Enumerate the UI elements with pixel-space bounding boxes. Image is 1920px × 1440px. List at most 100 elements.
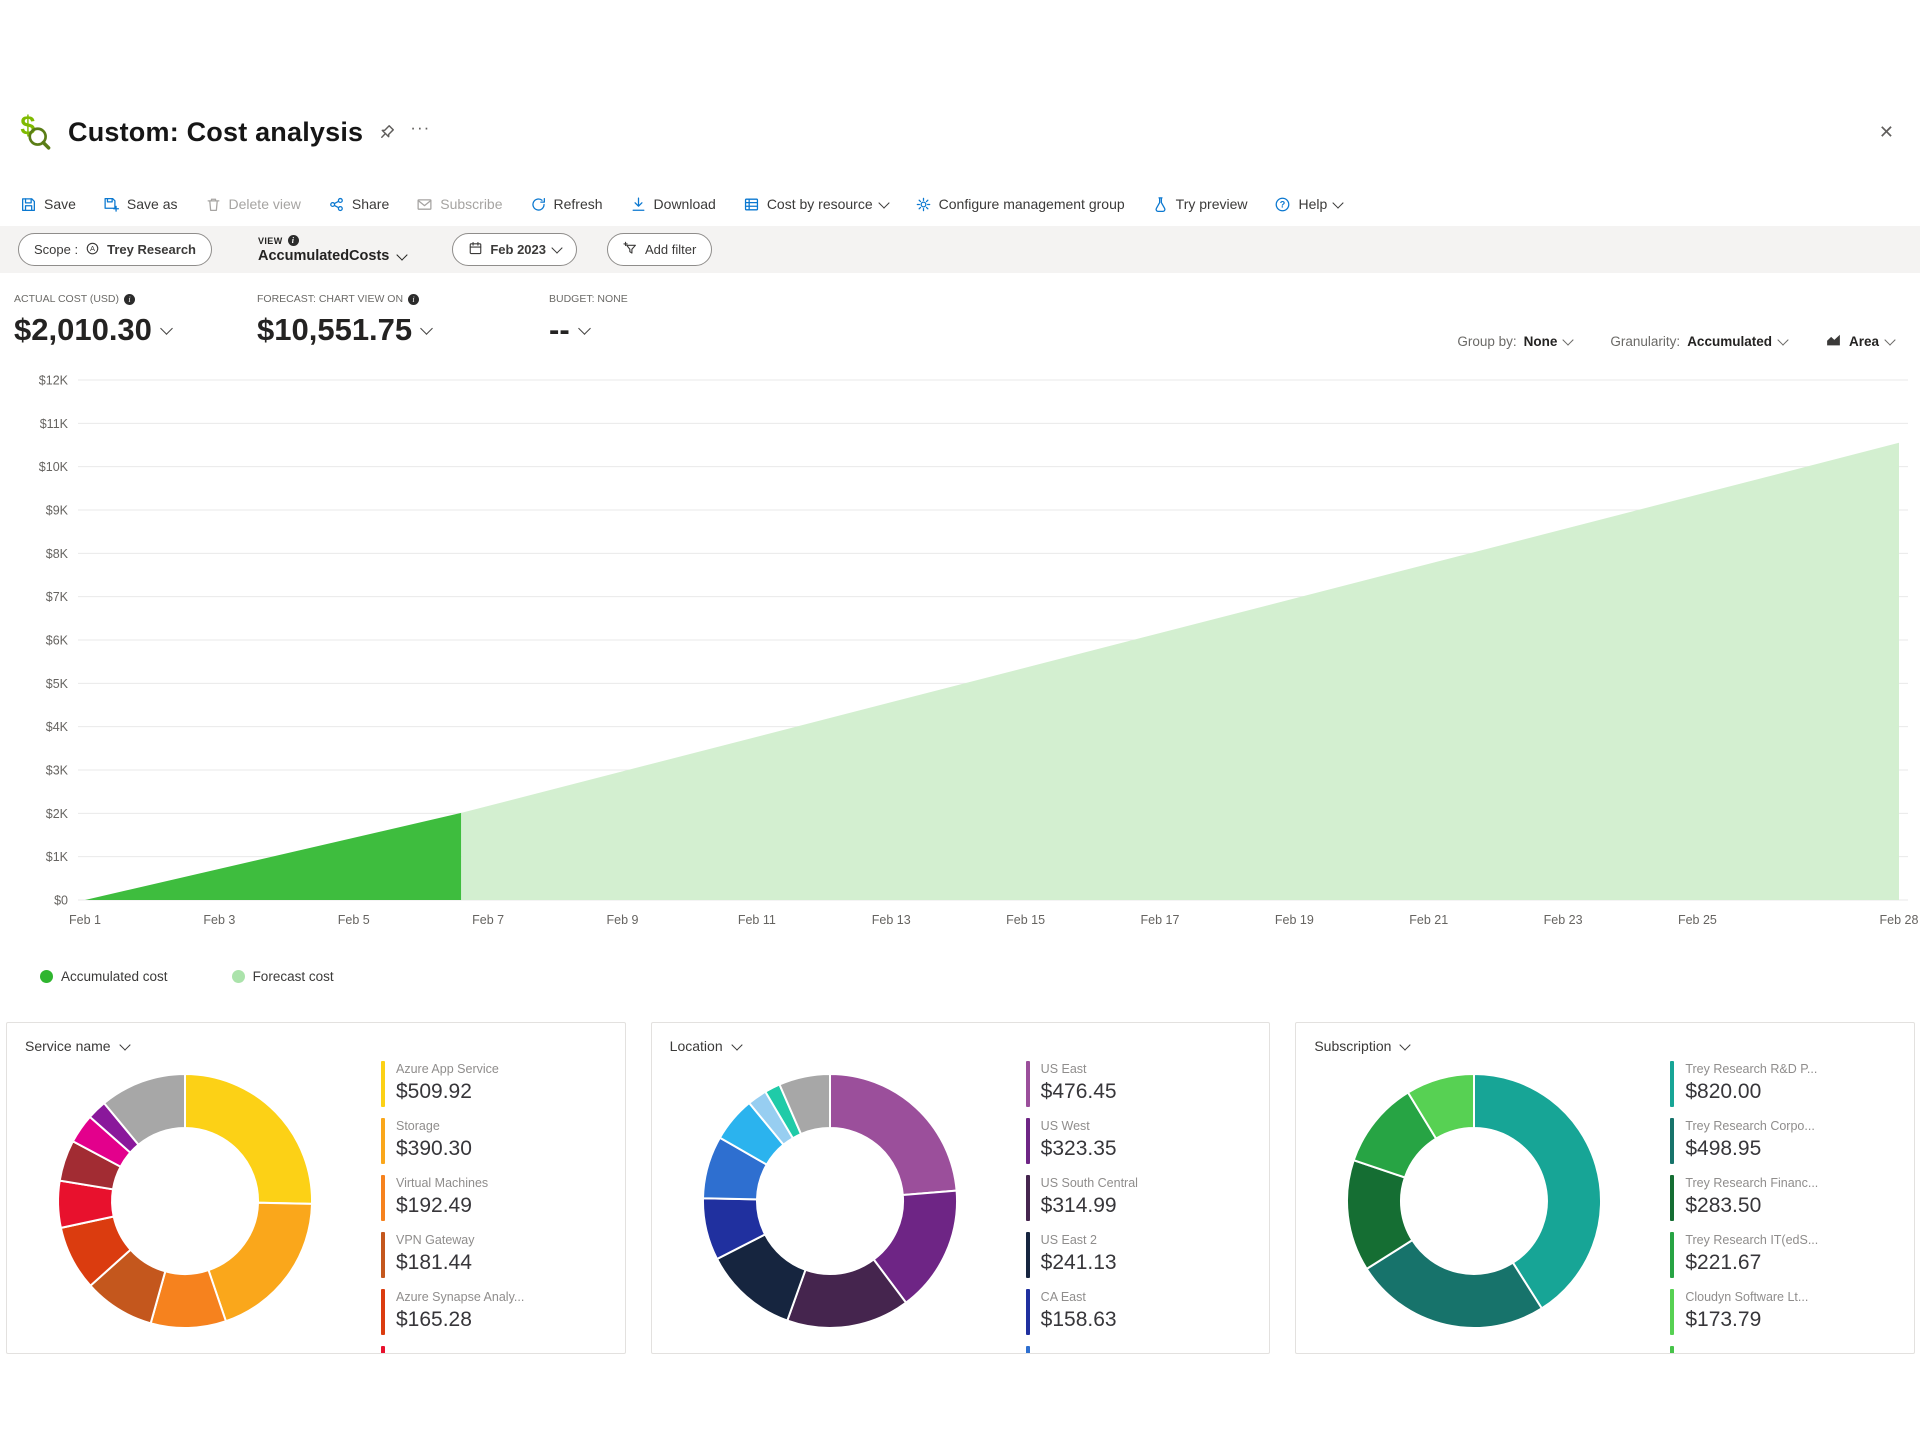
kpi-value[interactable]: -- bbox=[549, 312, 709, 348]
chart-type-value: Area bbox=[1849, 334, 1879, 349]
chevron-down-icon bbox=[420, 322, 433, 335]
card-legend: US East$476.45 US West$323.35 US South Cen… bbox=[1026, 1061, 1138, 1354]
date-range-pill[interactable]: Feb 2023 bbox=[452, 233, 577, 266]
legend-item-trey-research-r-d-p[interactable]: Trey Research R&D P...$820.00 bbox=[1670, 1061, 1818, 1109]
view-value: AccumulatedCosts bbox=[258, 248, 389, 264]
x-axis-tick: Feb 19 bbox=[1275, 913, 1314, 927]
chevron-down-icon bbox=[878, 197, 889, 208]
legend-label: Storage bbox=[396, 1119, 472, 1133]
legend-item-us-south-central[interactable]: US South Central$314.99 bbox=[1026, 1175, 1138, 1223]
toolbar-share-button[interactable]: Share bbox=[328, 196, 389, 213]
area-chart-icon bbox=[1825, 331, 1842, 351]
legend-item-partial bbox=[1026, 1346, 1138, 1354]
breakdown-cards: Service name Azure App Service$509.92 Stor… bbox=[6, 1022, 1915, 1354]
legend-item-us-east[interactable]: US East$476.45 bbox=[1026, 1061, 1138, 1109]
scope-pill[interactable]: Scope : A Trey Research bbox=[18, 233, 212, 266]
legend-item-vpn-gateway[interactable]: VPN Gateway$181.44 bbox=[381, 1232, 524, 1280]
donut-slice-storage[interactable] bbox=[209, 1203, 313, 1322]
kpi-value[interactable]: $2,010.30 bbox=[14, 312, 257, 348]
toolbar-help-button[interactable]: ?Help bbox=[1274, 196, 1342, 213]
legend-value: $158.63 bbox=[1041, 1308, 1117, 1332]
toolbar-cost-by-resource-button[interactable]: Cost by resource bbox=[743, 196, 888, 213]
legend-item-trey-research-financ[interactable]: Trey Research Financ...$283.50 bbox=[1670, 1175, 1818, 1223]
calendar-icon bbox=[468, 241, 483, 259]
close-button[interactable]: ✕ bbox=[1879, 122, 1894, 143]
legend-value: $181.44 bbox=[396, 1251, 475, 1275]
legend-value: $498.95 bbox=[1685, 1137, 1814, 1161]
legend-item-azure-app-service[interactable]: Azure App Service$509.92 bbox=[381, 1061, 524, 1109]
pin-icon bbox=[377, 123, 396, 142]
legend-item-virtual-machines[interactable]: Virtual Machines$192.49 bbox=[381, 1175, 524, 1223]
card-title-subscription[interactable]: Subscription bbox=[1314, 1038, 1409, 1054]
svg-text:A: A bbox=[90, 244, 95, 253]
x-axis-tick: Feb 17 bbox=[1141, 913, 1180, 927]
card-subscription: Subscription Trey Research R&D P...$820.0… bbox=[1295, 1022, 1915, 1354]
view-selector[interactable]: VIEW i AccumulatedCosts bbox=[258, 235, 406, 264]
donut-slice-us-east[interactable] bbox=[830, 1074, 957, 1195]
legend-color-bar bbox=[381, 1346, 385, 1354]
pin-button[interactable] bbox=[377, 123, 396, 142]
legend-item-storage[interactable]: Storage$390.30 bbox=[381, 1118, 524, 1166]
chart-type-select[interactable]: Area bbox=[1825, 331, 1894, 351]
toolbar-save-button[interactable]: Save bbox=[20, 196, 76, 213]
cost-analysis-icon: $ bbox=[16, 108, 54, 157]
scope-value: Trey Research bbox=[107, 242, 196, 257]
legend-accumulated-cost[interactable]: Accumulated cost bbox=[40, 969, 168, 984]
toolbar-save-as-button[interactable]: Save as bbox=[103, 196, 178, 213]
donut-slice-azure-app-service[interactable] bbox=[185, 1074, 312, 1204]
legend-item-us-west[interactable]: US West$323.35 bbox=[1026, 1118, 1138, 1166]
toolbar-configure-management-group-button[interactable]: Configure management group bbox=[915, 196, 1125, 213]
donut-chart-service-name[interactable] bbox=[21, 1061, 361, 1353]
command-bar: Save Save as Delete view Share Subscribe Refr… bbox=[0, 188, 1342, 220]
legend-item-cloudyn-software-lt[interactable]: Cloudyn Software Lt...$173.79 bbox=[1670, 1289, 1818, 1337]
legend-item-us-east-2[interactable]: US East 2$241.13 bbox=[1026, 1232, 1138, 1280]
legend-value: $509.92 bbox=[396, 1080, 499, 1104]
toolbar-subscribe-button: Subscribe bbox=[416, 196, 502, 213]
scope-label: Scope : bbox=[34, 242, 78, 257]
chevron-down-icon bbox=[551, 242, 562, 253]
y-axis-tick: $10K bbox=[39, 460, 69, 474]
legend-item-ca-east[interactable]: CA East$158.63 bbox=[1026, 1289, 1138, 1337]
page-title: Custom: Cost analysis bbox=[68, 117, 363, 148]
group-by-control[interactable]: Group by: None bbox=[1457, 334, 1572, 349]
x-axis-tick: Feb 28 bbox=[1880, 913, 1919, 927]
legend-color-bar bbox=[1670, 1061, 1674, 1107]
more-options-button[interactable]: ··· bbox=[410, 118, 430, 138]
x-axis-tick: Feb 5 bbox=[338, 913, 370, 927]
x-axis-tick: Feb 15 bbox=[1006, 913, 1045, 927]
card-title-service-name[interactable]: Service name bbox=[25, 1038, 129, 1054]
y-axis-tick: $9K bbox=[46, 504, 69, 518]
toolbar-refresh-button[interactable]: Refresh bbox=[530, 196, 603, 213]
legend-value: $221.67 bbox=[1685, 1251, 1818, 1275]
granularity-control[interactable]: Granularity: Accumulated bbox=[1610, 334, 1787, 349]
toolbar-delete-view-button: Delete view bbox=[205, 196, 301, 213]
kpi-value[interactable]: $10,551.75 bbox=[257, 312, 525, 348]
legend-color-bar bbox=[1026, 1118, 1030, 1164]
legend-color-bar bbox=[1026, 1289, 1030, 1335]
legend-label: US East 2 bbox=[1041, 1233, 1117, 1247]
x-axis-tick: Feb 25 bbox=[1678, 913, 1717, 927]
kpi-label: BUDGET: NONE bbox=[549, 293, 709, 305]
card-title-location[interactable]: Location bbox=[670, 1038, 741, 1054]
legend-item-trey-research-it-eds[interactable]: Trey Research IT(edS...$221.67 bbox=[1670, 1232, 1818, 1280]
legend-dot bbox=[40, 970, 53, 983]
legend-item-azure-synapse-analy[interactable]: Azure Synapse Analy...$165.28 bbox=[381, 1289, 524, 1337]
legend-value: $323.35 bbox=[1041, 1137, 1117, 1161]
legend-forecast-cost[interactable]: Forecast cost bbox=[232, 969, 334, 984]
forecast-cost-area bbox=[461, 443, 1899, 900]
info-icon: i bbox=[288, 235, 299, 246]
legend-label: Azure Synapse Analy... bbox=[396, 1290, 524, 1304]
donut-chart-subscription[interactable] bbox=[1310, 1061, 1650, 1353]
toolbar-try-preview-button[interactable]: Try preview bbox=[1152, 196, 1248, 213]
legend-color-bar bbox=[1026, 1346, 1030, 1354]
legend-label: Virtual Machines bbox=[396, 1176, 488, 1190]
cost-analysis-icon: $ bbox=[16, 108, 54, 152]
add-filter-pill[interactable]: Add filter bbox=[607, 233, 712, 266]
legend-item-trey-research-corpo[interactable]: Trey Research Corpo...$498.95 bbox=[1670, 1118, 1818, 1166]
kpi-label: FORECAST: CHART VIEW ONi bbox=[257, 293, 525, 305]
legend-color-bar bbox=[1670, 1232, 1674, 1278]
toolbar-download-button[interactable]: Download bbox=[630, 196, 716, 213]
donut-chart-location[interactable] bbox=[666, 1061, 1006, 1353]
subscribe-icon bbox=[416, 196, 433, 213]
legend-color-bar bbox=[1026, 1061, 1030, 1107]
